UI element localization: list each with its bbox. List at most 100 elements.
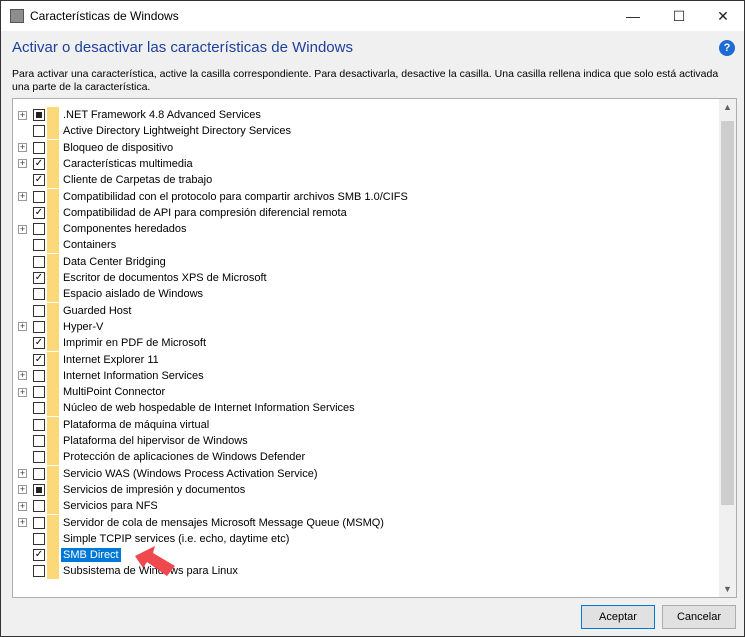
folder-icon [47, 563, 59, 580]
feature-checkbox[interactable] [33, 190, 45, 203]
feature-label: Escritor de documentos XPS de Microsoft [63, 272, 267, 284]
feature-checkbox[interactable]: ✓ [33, 337, 45, 350]
feature-label: Cliente de Carpetas de trabajo [63, 174, 213, 187]
feature-checkbox[interactable] [33, 304, 45, 317]
feature-checkbox[interactable]: ✓ [33, 174, 45, 187]
expand-icon[interactable]: + [18, 501, 27, 511]
expand-icon[interactable]: + [18, 322, 27, 332]
feature-checkbox[interactable] [33, 483, 45, 496]
feature-row[interactable]: Containers [13, 237, 713, 254]
feature-row[interactable]: + Servicio WAS (Windows Process Activatio… [13, 465, 713, 482]
feature-row[interactable]: ✓ Escritor de documentos XPS de Microsoft [13, 270, 713, 286]
feature-checkbox[interactable]: ✓ [33, 157, 45, 170]
feature-row[interactable]: Espacio aislado de Windows [13, 286, 713, 303]
feature-row[interactable]: + MultiPoint Connector [13, 384, 713, 401]
folder-icon [47, 384, 59, 401]
feature-row[interactable]: ✓ Cliente de Carpetas de trabajo [13, 172, 713, 189]
feature-row[interactable]: Plataforma del hipervisor de Windows [13, 433, 713, 449]
feature-row[interactable]: + .NET Framework 4.8 Advanced Services [13, 107, 713, 123]
expand-icon[interactable]: + [18, 192, 27, 201]
feature-checkbox[interactable] [33, 369, 45, 382]
feature-row[interactable]: + Servicios para NFS [13, 498, 713, 515]
expand-icon[interactable]: + [18, 371, 27, 381]
feature-label: Containers [63, 239, 117, 252]
scrollbar-thumb[interactable] [721, 121, 734, 505]
folder-icon [47, 433, 59, 449]
feature-checkbox[interactable] [33, 516, 45, 529]
feature-label: Plataforma de máquina virtual [63, 418, 210, 431]
expand-icon[interactable]: + [18, 110, 27, 120]
feature-row[interactable]: + Hyper-V [13, 318, 713, 335]
feature-checkbox[interactable] [33, 565, 45, 578]
minimize-button[interactable]: — [610, 1, 656, 31]
feature-row[interactable]: ✓ SMB Direct [13, 547, 713, 564]
feature-checkbox[interactable] [33, 223, 45, 236]
feature-row[interactable]: ✓ Internet Explorer 11 [13, 351, 713, 368]
feature-row[interactable]: + Bloqueo de dispositivo [13, 139, 713, 156]
expand-icon[interactable]: + [18, 485, 27, 495]
feature-row[interactable]: Simple TCPIP services (i.e. echo, daytim… [13, 530, 713, 547]
scrollbar[interactable]: ▲ ▼ [719, 99, 736, 597]
help-icon[interactable]: ? [719, 40, 735, 56]
feature-checkbox[interactable] [33, 255, 45, 268]
feature-checkbox[interactable]: ✓ [33, 206, 45, 219]
features-tree[interactable]: ▲ ▼ + .NET Framework 4.8 Advanced Service… [12, 98, 737, 598]
expand-icon[interactable]: + [18, 518, 27, 527]
feature-row[interactable]: Guarded Host [13, 302, 713, 319]
feature-row[interactable]: + Compatibilidad con el protocolo para co… [13, 188, 713, 205]
folder-icon [47, 155, 59, 172]
feature-row[interactable]: Núcleo de web hospedable de Internet Inf… [13, 400, 713, 417]
feature-checkbox[interactable] [33, 109, 45, 121]
feature-row[interactable]: Plataforma de máquina virtual [13, 416, 713, 433]
feature-row[interactable]: + Servidor de cola de mensajes Microsoft … [13, 514, 713, 531]
feature-checkbox[interactable] [33, 500, 45, 513]
feature-checkbox[interactable]: ✓ [33, 272, 45, 284]
feature-row[interactable]: Active Directory Lightweight Directory S… [13, 123, 713, 140]
expand-icon[interactable]: + [18, 469, 27, 479]
folder-icon [47, 449, 59, 466]
feature-row[interactable]: Subsistema de Windows para Linux [13, 563, 713, 580]
cancel-button[interactable]: Cancelar [662, 605, 736, 629]
folder-icon [47, 530, 59, 547]
feature-checkbox[interactable] [33, 239, 45, 252]
ok-button[interactable]: Aceptar [581, 605, 655, 629]
expand-icon[interactable]: + [18, 224, 27, 234]
folder-icon [47, 416, 59, 433]
feature-row[interactable]: + Servicios de impresión y documentos [13, 481, 713, 498]
feature-row[interactable]: Data Center Bridging [13, 253, 713, 270]
expand-icon[interactable]: + [18, 143, 27, 153]
feature-checkbox[interactable] [33, 141, 45, 154]
expand-icon[interactable]: + [18, 159, 27, 169]
folder-icon [47, 107, 59, 123]
feature-row[interactable]: ✓ Compatibilidad de API para compresión d… [13, 204, 713, 221]
feature-row[interactable]: + Internet Information Services [13, 367, 713, 384]
folder-icon [47, 481, 59, 498]
feature-checkbox[interactable] [33, 125, 45, 138]
expand-icon[interactable]: + [18, 387, 27, 397]
feature-row[interactable]: + Componentes heredados [13, 221, 713, 238]
feature-checkbox[interactable] [33, 418, 45, 431]
feature-row[interactable]: ✓ Imprimir en PDF de Microsoft [13, 335, 713, 352]
app-icon [10, 9, 24, 23]
maximize-button[interactable]: ☐ [656, 1, 702, 31]
feature-checkbox[interactable] [33, 288, 45, 301]
close-button[interactable]: ✕ [700, 1, 745, 31]
feature-checkbox[interactable] [33, 467, 45, 480]
feature-checkbox[interactable] [33, 386, 45, 399]
feature-checkbox[interactable] [33, 435, 45, 447]
feature-checkbox[interactable]: ✓ [33, 549, 45, 562]
folder-icon [47, 400, 59, 417]
feature-checkbox[interactable]: ✓ [33, 353, 45, 366]
folder-icon [47, 172, 59, 189]
feature-row[interactable]: Protección de aplicaciones de Windows De… [13, 449, 713, 466]
feature-checkbox[interactable] [33, 451, 45, 464]
feature-checkbox[interactable] [33, 402, 45, 415]
folder-icon [47, 465, 59, 482]
feature-label: Internet Explorer 11 [63, 353, 159, 366]
scroll-up-icon[interactable]: ▲ [719, 102, 736, 112]
feature-row[interactable]: + ✓ Características multimedia [13, 155, 713, 172]
feature-checkbox[interactable] [33, 532, 45, 545]
page-title: Activar o desactivar las características… [12, 39, 353, 56]
scroll-down-icon[interactable]: ▼ [719, 584, 736, 594]
feature-checkbox[interactable] [33, 320, 45, 333]
